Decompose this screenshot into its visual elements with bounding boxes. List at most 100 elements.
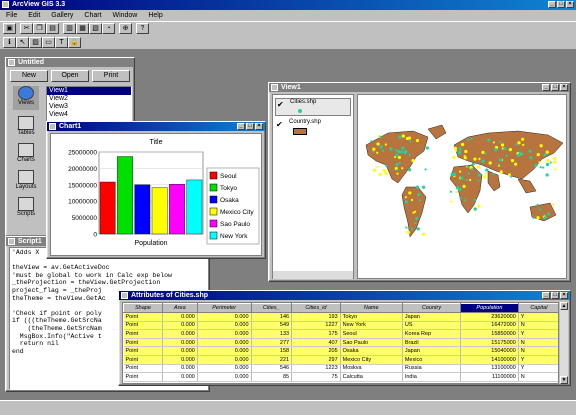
pointer-icon[interactable]: ↖	[16, 37, 29, 48]
toc-layer-cities[interactable]: ✔ Cities.shp	[275, 98, 351, 116]
map-canvas[interactable]	[357, 94, 567, 279]
maximize-button[interactable]: □	[557, 1, 565, 8]
table-row[interactable]: Point 0.000 0.000 546 1223 Moskva Russia 131000…	[123, 364, 558, 374]
tables-button[interactable]: Tables	[13, 116, 39, 140]
y-tick-label: 25000000	[68, 150, 97, 157]
list-item[interactable]: View2	[47, 95, 131, 103]
city-point	[529, 156, 533, 160]
menu-file[interactable]: File	[6, 12, 17, 19]
menu-chart[interactable]: Chart	[84, 12, 101, 19]
save-icon[interactable]: ▣	[3, 23, 16, 34]
city-point	[510, 175, 513, 178]
bar-mexico-city[interactable]	[151, 187, 168, 235]
city-point	[543, 153, 547, 157]
table-row[interactable]: Point 0.000 0.000 133 175 Seoul Korea Rep 15850…	[123, 329, 558, 339]
table-cell: India	[402, 372, 462, 382]
close-button[interactable]: ×	[560, 292, 568, 299]
table-cell: Point	[123, 329, 163, 339]
menu-help[interactable]: Help	[148, 12, 162, 19]
edit-chart-icon[interactable]: ▨	[29, 37, 42, 48]
table-row[interactable]: Point 0.000 0.000 221 297 Mexico City Mexico 14…	[123, 355, 558, 365]
table-cell: Point	[123, 338, 163, 348]
city-point	[553, 160, 557, 164]
minimize-button[interactable]: _	[542, 292, 550, 299]
charts-button[interactable]: Charts	[13, 143, 39, 167]
list-item[interactable]: View4	[47, 111, 131, 119]
minimize-button[interactable]: _	[548, 1, 556, 8]
menu-window[interactable]: Window	[112, 12, 137, 19]
series-icon[interactable]: ▦	[76, 23, 89, 34]
column-header[interactable]: Cities_id	[291, 303, 341, 313]
print-button[interactable]: Print	[92, 70, 130, 82]
close-button[interactable]: ×	[255, 123, 263, 130]
scripts-button[interactable]: Scripts	[13, 197, 39, 221]
toc-layer-country[interactable]: ✔ Country.shp	[275, 119, 351, 141]
column-header[interactable]: Perimeter	[196, 303, 252, 313]
pie-icon[interactable]: ◔	[102, 23, 115, 34]
table-row[interactable]: Point 0.000 0.000 85 75 Calcutta India 11100000…	[123, 372, 558, 382]
list-item[interactable]: View1	[47, 87, 131, 95]
table-row[interactable]: Point 0.000 0.000 277 407 Sao Paulo Brazil 1517…	[123, 338, 558, 348]
column-header[interactable]: Country	[401, 303, 462, 313]
maximize-button[interactable]: □	[246, 123, 254, 130]
paste-icon[interactable]: ▤	[46, 23, 59, 34]
city-point	[459, 196, 462, 200]
chart-properties-icon[interactable]: ▥	[63, 23, 76, 34]
city-point	[510, 158, 515, 163]
table-row[interactable]: Point 0.000 0.000 146 193 Tokyo Japan 23620000 Y	[123, 312, 558, 322]
city-point	[460, 142, 465, 147]
views-button[interactable]: Views	[13, 86, 39, 110]
chart-type-icon[interactable]: ▧	[89, 23, 102, 34]
scroll-up-button[interactable]: ▲	[560, 302, 568, 310]
table-scrollbar[interactable]: ▲ ▼	[560, 302, 568, 384]
bar-osaka[interactable]	[134, 184, 151, 235]
table-row[interactable]: Point 0.000 0.000 549 1227 New York US 16472000…	[123, 321, 558, 331]
table-row[interactable]: Point 0.000 0.000 158 205 Osaka Japan 15040000 N	[123, 346, 558, 356]
lock-icon[interactable]: 🔒	[68, 37, 81, 48]
city-point	[546, 158, 550, 163]
chart-area[interactable]: Title 25000000 20000000 15000000 10000000 500…	[50, 133, 262, 256]
column-header[interactable]: Area	[161, 303, 198, 313]
open-button[interactable]: Open	[51, 70, 89, 82]
column-header[interactable]: Name	[339, 303, 403, 313]
bar-seoul[interactable]	[99, 181, 116, 235]
list-item[interactable]: View3	[47, 103, 131, 111]
help-icon[interactable]: ?	[136, 23, 149, 34]
column-header[interactable]: Shape	[123, 303, 163, 313]
maximize-button[interactable]: □	[551, 84, 559, 91]
table-cell: 85	[251, 372, 293, 382]
text-icon[interactable]: T	[55, 37, 68, 48]
minimize-button[interactable]: _	[542, 84, 550, 91]
maximize-button[interactable]: □	[551, 292, 559, 299]
city-point	[458, 147, 462, 151]
bar-new-york[interactable]	[186, 179, 203, 235]
column-header[interactable]: Population	[460, 303, 519, 313]
legend-label: Mexico City	[220, 209, 254, 216]
city-point	[415, 185, 419, 189]
cut-icon[interactable]: ✂	[20, 23, 33, 34]
layouts-button[interactable]: Layouts	[13, 170, 39, 194]
city-point	[552, 203, 555, 206]
checkbox[interactable]: ✔	[277, 100, 284, 109]
info-icon[interactable]: ℹ	[3, 37, 16, 48]
zoom-icon[interactable]: ⊕	[119, 23, 132, 34]
bar-tokyo[interactable]	[117, 156, 133, 235]
minimize-button[interactable]: _	[237, 123, 245, 130]
menu-gallery[interactable]: Gallery	[51, 12, 73, 19]
column-header[interactable]: Cities_	[250, 303, 293, 313]
menu-edit[interactable]: Edit	[28, 12, 40, 19]
new-button[interactable]: New	[10, 70, 48, 82]
scroll-down-button[interactable]: ▼	[560, 376, 568, 384]
close-button[interactable]: ×	[566, 1, 574, 8]
erase-icon[interactable]: ▭	[42, 37, 55, 48]
bar-sao-paulo[interactable]	[169, 184, 185, 235]
copy-icon[interactable]: ❐	[33, 23, 46, 34]
table-cell: US	[402, 321, 462, 331]
table-cell: 23620000	[460, 312, 519, 322]
toc-scrollbar[interactable]	[273, 271, 353, 279]
city-point	[541, 166, 545, 169]
close-button[interactable]: ×	[560, 84, 568, 91]
column-header[interactable]: Capital	[517, 303, 558, 313]
checkbox[interactable]: ✔	[276, 120, 283, 129]
city-point	[415, 216, 419, 221]
